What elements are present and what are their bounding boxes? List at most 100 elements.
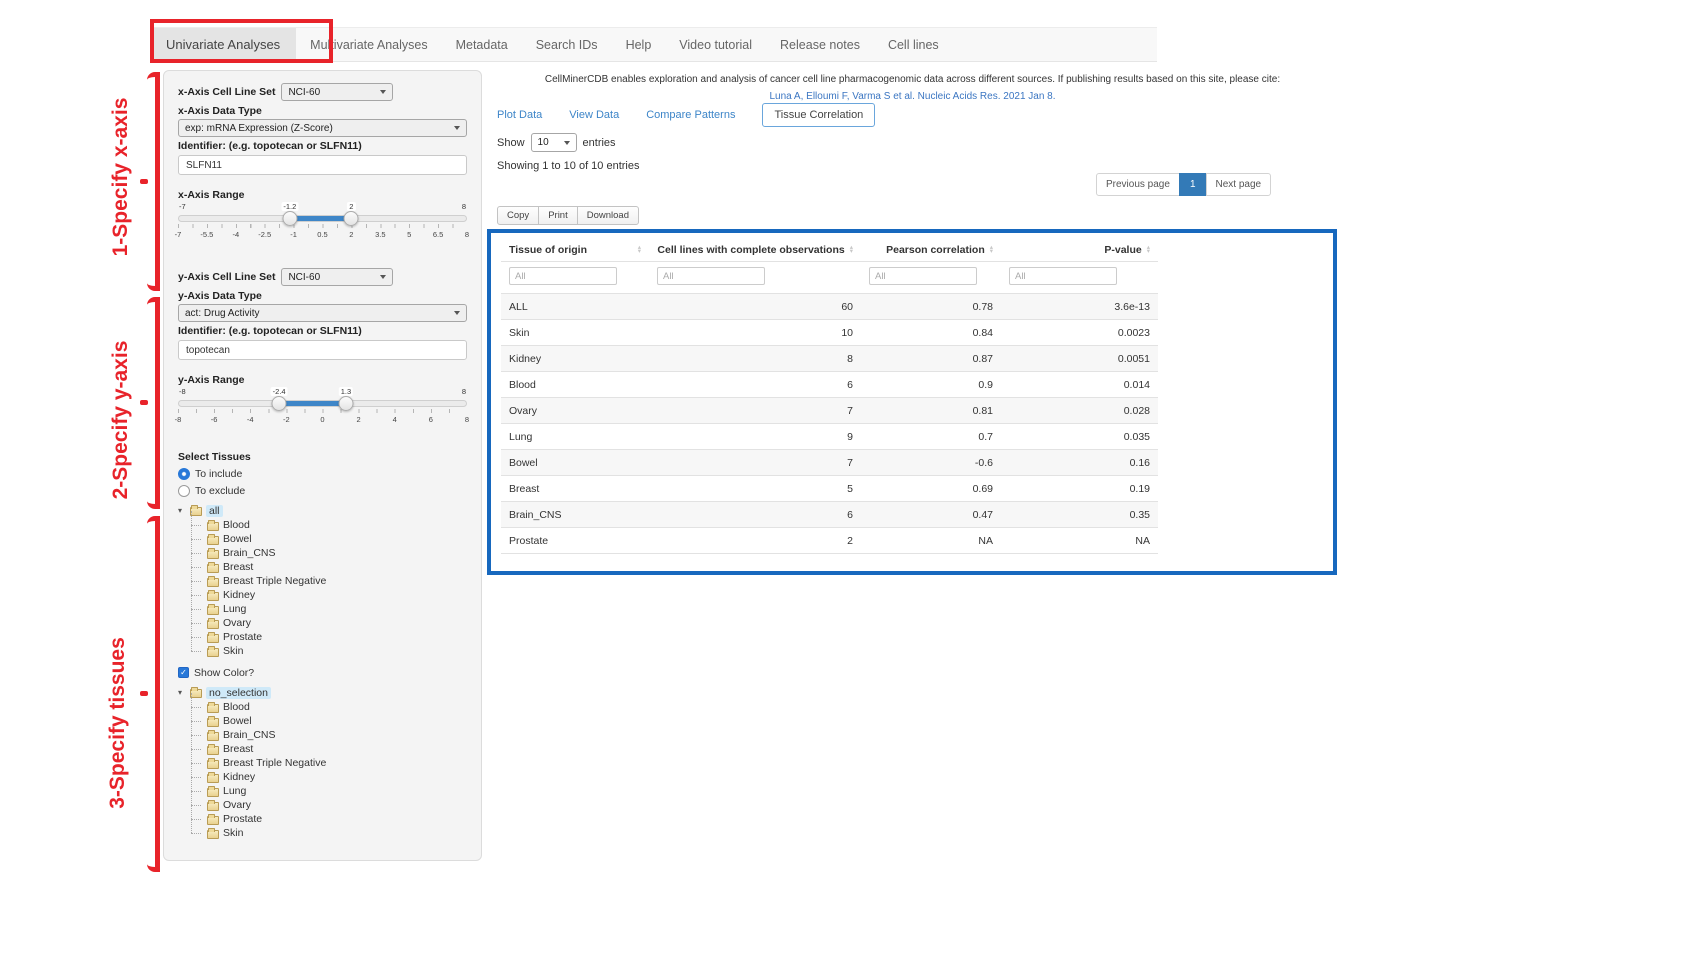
table-row[interactable]: Bowel7-0.60.16 (501, 449, 1158, 475)
tab-tissue-correlation[interactable]: Tissue Correlation (762, 103, 875, 127)
download-button[interactable]: Download (577, 206, 639, 225)
tree-node-bowel[interactable]: Bowel (187, 714, 467, 728)
nav-help[interactable]: Help (612, 28, 666, 61)
nav-search-ids[interactable]: Search IDs (522, 28, 612, 61)
show-color-option[interactable]: ✓ Show Color? (178, 664, 467, 681)
sort-icon[interactable]: ▴▾ (1147, 246, 1150, 255)
tree-node-breast[interactable]: Breast (187, 560, 467, 574)
previous-page-button[interactable]: Previous page (1096, 173, 1180, 196)
tree-node-brain-cns[interactable]: Brain_CNS (187, 546, 467, 560)
y-range-high-value: 1.3 (339, 387, 353, 396)
column-header-cell-lines[interactable]: Cell lines with complete observations ▴▾ (649, 239, 861, 261)
tree-node-kidney[interactable]: Kidney (187, 770, 467, 784)
show-color-checkbox[interactable]: ✓ (178, 667, 189, 678)
column-header-label: Tissue of origin (509, 244, 587, 256)
tree-item-label: Blood (223, 519, 250, 531)
nav-cell-lines[interactable]: Cell lines (874, 28, 953, 61)
tree-node-lung[interactable]: Lung (187, 784, 467, 798)
x-axis-cell-line-set-select[interactable]: NCI-60 (281, 83, 393, 101)
next-page-button[interactable]: Next page (1206, 173, 1272, 196)
tick-label: 0 (320, 415, 324, 424)
table-row[interactable]: Blood60.90.014 (501, 371, 1158, 397)
x-axis-identifier-label: Identifier: (e.g. topotecan or SLFN11) (178, 140, 467, 152)
y-range-low-handle[interactable] (272, 396, 287, 411)
folder-icon (207, 592, 219, 601)
x-range-high-handle[interactable] (344, 211, 359, 226)
print-button[interactable]: Print (538, 206, 578, 225)
tree-node-breast[interactable]: Breast (187, 742, 467, 756)
copy-button[interactable]: Copy (497, 206, 539, 225)
filter-cell-lines-input[interactable] (657, 267, 765, 285)
tab-plot-data[interactable]: Plot Data (497, 109, 542, 121)
tree-node-breast-triple-negative[interactable]: Breast Triple Negative (187, 574, 467, 588)
table-row[interactable]: Skin100.840.0023 (501, 319, 1158, 345)
x-range-low-handle[interactable] (283, 211, 298, 226)
tree-node-ovary[interactable]: Ovary (187, 616, 467, 630)
radio-exclude[interactable] (178, 485, 190, 497)
nav-video-tutorial[interactable]: Video tutorial (665, 28, 766, 61)
nav-metadata[interactable]: Metadata (442, 28, 522, 61)
tree-expand-icon[interactable]: ▾ (178, 688, 186, 697)
column-header-pearson[interactable]: Pearson correlation ▴▾ (861, 239, 1001, 261)
tree-node-skin[interactable]: Skin (187, 644, 467, 658)
tissues-exclude-option[interactable]: To exclude (178, 482, 467, 499)
tree-node-prostate[interactable]: Prostate (187, 630, 467, 644)
y-range-high-handle[interactable] (338, 396, 353, 411)
tissues-include-option[interactable]: To include (178, 465, 467, 482)
x-range-track[interactable] (178, 215, 467, 222)
y-axis-data-type-select[interactable]: act: Drug Activity (178, 304, 467, 322)
x-axis-data-type-select[interactable]: exp: mRNA Expression (Z-Score) (178, 119, 467, 137)
tree-node-no-selection[interactable]: ▾ no_selection (178, 685, 467, 700)
entries-select[interactable]: 10 (531, 133, 577, 152)
y-range-ticks (178, 409, 467, 413)
tree-node-blood[interactable]: Blood (187, 518, 467, 532)
table-row[interactable]: Breast50.690.19 (501, 475, 1158, 501)
tree-node-brain-cns[interactable]: Brain_CNS (187, 728, 467, 742)
table-row[interactable]: Prostate2NANA (501, 527, 1158, 553)
step1-annotation: 1-Specify x-axis (109, 98, 133, 257)
current-page-button[interactable]: 1 (1179, 173, 1207, 196)
tree-item-label: Ovary (223, 617, 251, 629)
x-axis-range-slider[interactable]: -7 -1.2 2 8 -7 -5.5 -4 -2.5 -1 0.5 2 3.5… (178, 202, 467, 240)
radio-include[interactable] (178, 468, 190, 480)
show-label: Show (497, 137, 525, 149)
tree-node-all[interactable]: ▾ all (178, 503, 467, 518)
tree-node-blood[interactable]: Blood (187, 700, 467, 714)
table-row[interactable]: ALL600.783.6e-13 (501, 293, 1158, 319)
tree-node-skin[interactable]: Skin (187, 826, 467, 840)
table-row[interactable]: Lung90.70.035 (501, 423, 1158, 449)
y-axis-cell-line-set-value: NCI-60 (288, 272, 320, 283)
sort-icon[interactable]: ▴▾ (638, 246, 641, 255)
filter-tissue-input[interactable] (509, 267, 617, 285)
intro-text: CellMinerCDB enables exploration and ana… (490, 74, 1335, 85)
filter-pearson-input[interactable] (869, 267, 977, 285)
table-row[interactable]: Brain_CNS60.470.35 (501, 501, 1158, 527)
y-range-track[interactable] (178, 400, 467, 407)
tree-item-label: Breast (223, 561, 253, 573)
tree-node-bowel[interactable]: Bowel (187, 532, 467, 546)
table-row[interactable]: Ovary70.810.028 (501, 397, 1158, 423)
tree-item-label: Breast Triple Negative (223, 757, 326, 769)
y-axis-identifier-input[interactable] (178, 340, 467, 360)
tree-node-kidney[interactable]: Kidney (187, 588, 467, 602)
tab-compare-patterns[interactable]: Compare Patterns (646, 109, 735, 121)
tree-node-prostate[interactable]: Prostate (187, 812, 467, 826)
nav-release-notes[interactable]: Release notes (766, 28, 874, 61)
filter-pvalue-input[interactable] (1009, 267, 1117, 285)
tree-expand-icon[interactable]: ▾ (178, 506, 186, 515)
tree-node-breast-triple-negative[interactable]: Breast Triple Negative (187, 756, 467, 770)
y-axis-range-slider[interactable]: -8 -2.4 1.3 8 -8 -6 -4 -2 0 2 4 6 8 (178, 387, 467, 425)
tree-node-lung[interactable]: Lung (187, 602, 467, 616)
table-row[interactable]: Kidney80.870.0051 (501, 345, 1158, 371)
y-axis-cell-line-set-select[interactable]: NCI-60 (281, 268, 393, 286)
tree-node-ovary[interactable]: Ovary (187, 798, 467, 812)
column-header-label: Cell lines with complete observations (657, 244, 844, 256)
x-range-low-value: -1.2 (281, 202, 298, 211)
column-header-pvalue[interactable]: P-value ▴▾ (1001, 239, 1158, 261)
sort-icon[interactable]: ▴▾ (990, 246, 993, 255)
folder-icon (207, 718, 219, 727)
x-axis-identifier-input[interactable] (178, 155, 467, 175)
sort-icon[interactable]: ▴▾ (850, 246, 853, 255)
tab-view-data[interactable]: View Data (569, 109, 619, 121)
column-header-tissue[interactable]: Tissue of origin ▴▾ (501, 239, 649, 261)
